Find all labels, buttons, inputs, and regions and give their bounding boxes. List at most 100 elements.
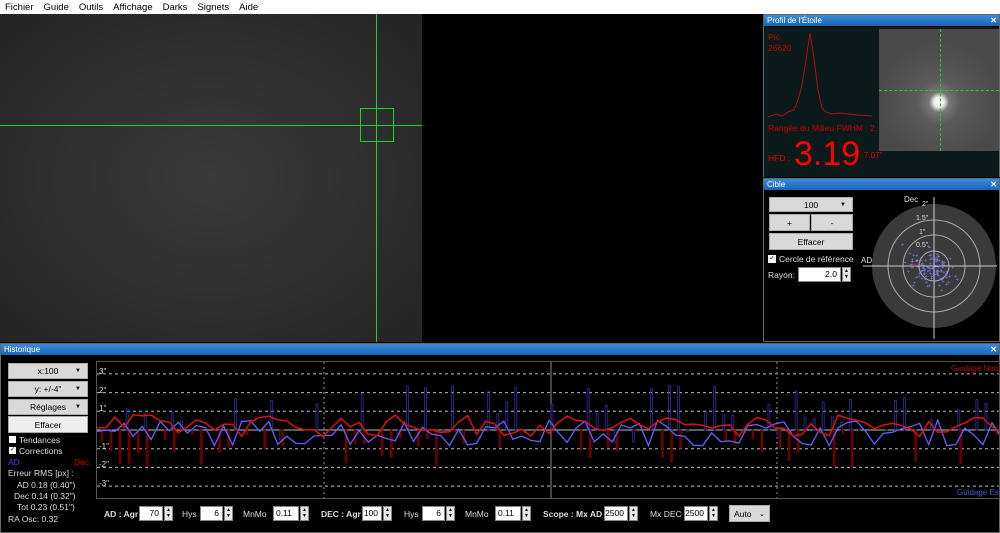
dec-minmo-stepper[interactable]: ▲ ▼	[522, 506, 531, 521]
menu-outils[interactable]: Outils	[79, 2, 103, 13]
ra-correction-bar	[722, 414, 726, 431]
menu-signets[interactable]: Signets	[197, 2, 229, 13]
ra-minmo-label: MnMo	[243, 509, 267, 519]
dec-minmo-input[interactable]: 0.11	[495, 506, 521, 521]
trends-checkbox[interactable]	[9, 436, 16, 443]
settings-dropdown[interactable]: Réglages ▼	[8, 399, 88, 415]
target-plot[interactable]: +++ ++++++++ +++++++++++++++++++++++++++++…	[859, 191, 999, 341]
dec-hys-stepper[interactable]: ▲ ▼	[446, 506, 455, 521]
history-graph[interactable]	[96, 361, 1000, 499]
rms-title: Erreur RMS [px] :	[8, 468, 74, 478]
close-icon[interactable]: ✕	[990, 179, 997, 190]
guide-point: +	[941, 277, 944, 283]
corrections-checkbox[interactable]: ✓	[9, 447, 16, 454]
current-point: ×	[912, 261, 917, 270]
guide-point: +	[924, 258, 927, 264]
scope-mx-ra-label: Scope : Mx AD	[543, 509, 603, 519]
dec-correction-bar	[670, 429, 673, 463]
guide-point: +	[936, 272, 939, 278]
menu-guide[interactable]: Guide	[44, 2, 69, 13]
guide-point: +	[934, 279, 937, 285]
close-icon[interactable]: ✕	[990, 344, 997, 355]
close-icon[interactable]: ✕	[990, 15, 997, 26]
ring-label: 1.5"	[916, 215, 929, 222]
ref-circle-checkbox[interactable]: ✓	[768, 255, 776, 263]
y-scale-dropdown[interactable]: y: +/-4" ▼	[8, 381, 88, 397]
radius-label: Rayon:	[768, 270, 795, 280]
x-scale-dropdown[interactable]: x:100 ▼	[8, 363, 88, 379]
fwhm-label: Rangée du Milieu FWHM : 2.	[768, 123, 878, 133]
history-clear-button[interactable]: Effacer	[8, 416, 88, 433]
ra-hys-input[interactable]: 6	[200, 506, 223, 521]
guide-point: +	[945, 271, 948, 277]
history-panel: Historique ✕ x:100 ▼ y: +/-4" ▼ Réglages ▼ E…	[0, 343, 1000, 533]
menu-fichier[interactable]: Fichier	[5, 2, 34, 13]
mx-dec-label: Mx DEC	[650, 509, 682, 519]
guide-east-label: Guidage Est	[957, 488, 1000, 497]
ra-correction-bar	[957, 409, 961, 431]
menu-affichage[interactable]: Affichage	[113, 2, 152, 13]
trends-label: Tendances	[19, 435, 61, 445]
hfd-label: HFD :	[768, 153, 791, 163]
ra-agr-stepper[interactable]: ▲ ▼	[164, 506, 173, 521]
dec-correction-bar	[778, 429, 782, 449]
ra-correction-bar	[776, 429, 780, 438]
dec-correction-bar	[127, 429, 131, 464]
ra-correction-bar	[803, 416, 807, 431]
ra-correction-bar	[631, 429, 635, 443]
mx-dec-input[interactable]: 2500	[684, 506, 708, 521]
ra-correction-bar	[975, 399, 979, 431]
dec-agr-input[interactable]: 100	[362, 506, 382, 521]
radius-input[interactable]: 2.0	[798, 267, 841, 282]
clear-button[interactable]: Effacer	[769, 233, 853, 250]
ra-correction-bar	[424, 387, 427, 431]
guide-point: +	[903, 254, 906, 260]
radius-stepper[interactable]: ▲ ▼	[842, 267, 851, 282]
y-tick-label: -3"	[99, 479, 109, 489]
camera-image[interactable]	[0, 14, 422, 342]
hfd-arcsec: 7.07"	[864, 151, 883, 160]
panel-title: Cible	[767, 180, 786, 189]
y-tick-label: 3"	[99, 366, 107, 376]
ra-minmo-stepper[interactable]: ▲ ▼	[300, 506, 309, 521]
zoom-in-button[interactable]: +	[769, 214, 810, 231]
mode-dropdown[interactable]: Auto ⌄	[729, 505, 770, 522]
ra-hys-stepper[interactable]: ▲ ▼	[224, 506, 233, 521]
guide-point: +	[947, 280, 950, 286]
dec-correction-bar	[390, 429, 393, 458]
ra-correction-bar	[857, 429, 861, 431]
ra-correction-bar	[713, 386, 717, 431]
ra-correction-bar	[270, 400, 274, 431]
target-panel: Cible ✕ 100 ▼ + - Effacer ✓ Cercle de réfé…	[763, 178, 1000, 342]
guide-point: +	[928, 253, 931, 259]
ra-correction-bar	[234, 398, 238, 431]
ra-correction-bar	[595, 413, 599, 431]
dec-correction-bar	[164, 429, 167, 441]
mx-ra-input[interactable]: 2500	[604, 506, 628, 521]
camera-view[interactable]	[0, 14, 762, 342]
dec-correction-bar	[191, 429, 194, 435]
ra-correction-bar	[686, 429, 689, 432]
dec-correction-bar	[100, 429, 104, 442]
dec-agr-stepper[interactable]: ▲ ▼	[383, 506, 392, 521]
dec-hys-input[interactable]: 6	[422, 506, 445, 521]
ra-minmo-input[interactable]: 0.11	[273, 506, 299, 521]
guide-point: +	[956, 277, 959, 283]
star-selection-box[interactable]	[360, 108, 394, 142]
zoom-out-button[interactable]: -	[811, 214, 853, 231]
ra-correction-bar	[677, 386, 680, 431]
mx-dec-stepper[interactable]: ▲ ▼	[709, 506, 718, 521]
panel-title: Profil de l'Étoile	[767, 16, 822, 25]
ra-correction-bar	[604, 404, 608, 431]
corrections-label: Corrections	[19, 446, 63, 456]
guide-point: +	[930, 275, 933, 281]
ra-correction-bar	[198, 429, 201, 432]
ra-agr-input[interactable]: 70	[139, 506, 163, 521]
hfd-value: 3.19	[794, 135, 861, 173]
zoom-dropdown[interactable]: 100 ▼	[769, 197, 853, 212]
menu-aide[interactable]: Aide	[239, 2, 258, 13]
mx-ra-stepper[interactable]: ▲ ▼	[629, 506, 638, 521]
dec-correction-bar	[200, 429, 203, 465]
menu-darks[interactable]: Darks	[163, 2, 188, 13]
ra-correction-bar	[279, 429, 283, 441]
